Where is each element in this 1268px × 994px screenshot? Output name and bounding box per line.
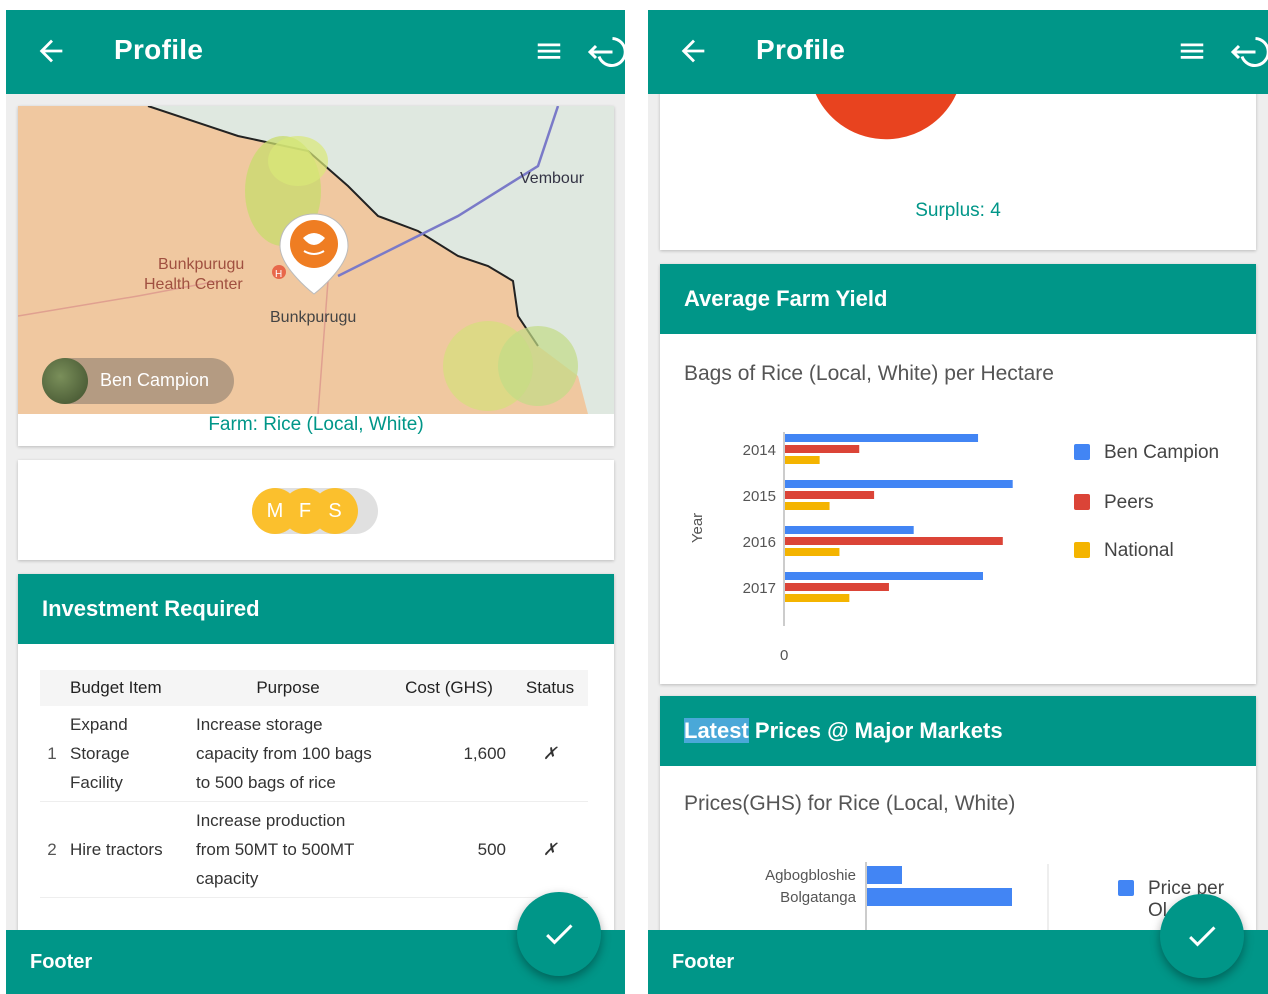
user-chip[interactable]: Ben Campion (42, 358, 234, 404)
yield-bar[interactable] (785, 502, 830, 510)
row-status: ✗ (512, 801, 588, 898)
yield-x-tick: 0 (780, 647, 788, 664)
yield-axis-label: Year (689, 513, 706, 543)
col-status[interactable]: Status (512, 670, 588, 706)
farm-caption: Farm: Rice (Local, White) (208, 414, 424, 435)
pie-card: Surplus: 4 (660, 94, 1256, 250)
map-label-health-center-line1: Bunkpurugu (158, 256, 244, 273)
prices-bar[interactable] (867, 888, 1012, 906)
prices-title-rest: Prices @ Major Markets (748, 718, 1003, 743)
legend-swatch (1074, 444, 1090, 460)
investment-table: Budget Item Purpose Cost (GHS) Status 1 … (40, 670, 588, 898)
right-content: Surplus: 4 Average Farm Yield Bags of Ri… (648, 94, 1268, 930)
legend-swatch (1074, 494, 1090, 510)
prices-subtitle: Prices(GHS) for Rice (Local, White) (684, 792, 1016, 815)
legend-label: National (1104, 540, 1174, 561)
page-title: Profile (756, 34, 846, 65)
mfs-toggle-group: M F S (252, 488, 378, 534)
confirm-fab[interactable] (517, 892, 601, 976)
prices-bar[interactable] (867, 866, 902, 884)
yield-bar[interactable] (785, 456, 820, 464)
row-item: Expand Storage Facility (64, 706, 190, 802)
yield-bar[interactable] (785, 548, 840, 556)
toggle-s[interactable]: S (312, 488, 358, 534)
map-label-health-center-line2: Health Center (144, 276, 243, 293)
map-label-vembour: Vembour (520, 170, 585, 187)
map-label-bunkpurugu: Bunkpurugu (270, 309, 356, 326)
check-icon (1189, 926, 1216, 947)
legend-peers: Peers (1074, 492, 1154, 514)
avatar (42, 358, 88, 404)
farm-map-card: H Vembour Bunkpurugu Health Center Bunkp… (18, 106, 614, 446)
yield-bar[interactable] (785, 491, 875, 499)
yield-category-label: 2017 (743, 580, 776, 597)
prices-category-label: Agbogbloshie (765, 867, 856, 884)
table-row[interactable]: 1 Expand Storage Facility Increase stora… (40, 706, 588, 802)
yield-bar[interactable] (785, 537, 1003, 545)
row-purpose: Increase storage capacity from 100 bags … (190, 706, 386, 802)
pie-chart (808, 94, 964, 141)
yield-bar[interactable] (785, 526, 914, 534)
right-screen: Profile Surplus: 4 Average Farm Yield Ba… (648, 10, 1268, 994)
legend-swatch (1074, 542, 1090, 558)
col-cost[interactable]: Cost (GHS) (386, 670, 513, 706)
legend-ben-campion: Ben Campion (1074, 442, 1220, 464)
surplus-label: Surplus: 4 (915, 200, 1001, 221)
yield-category-label: 2014 (743, 442, 776, 459)
pie-slice[interactable] (808, 94, 964, 141)
left-content: H Vembour Bunkpurugu Health Center Bunkp… (6, 94, 625, 930)
yield-bar[interactable] (785, 434, 979, 442)
col-budget-item[interactable]: Budget Item (64, 670, 190, 706)
menu-icon[interactable] (1176, 36, 1208, 66)
logout-icon[interactable] (1230, 34, 1268, 70)
menu-icon[interactable] (533, 36, 565, 66)
row-cost: 1,600 (386, 706, 513, 802)
page-title: Profile (114, 34, 204, 65)
left-screen: Profile H Vembour Bunkpurugu Health Cent… (6, 10, 625, 994)
row-cost: 500 (386, 801, 513, 898)
yield-bar[interactable] (785, 480, 1013, 488)
investment-title: Investment Required (18, 574, 614, 644)
logout-icon[interactable] (587, 34, 625, 70)
top-app-bar: Profile (648, 10, 1268, 94)
row-purpose: Increase production from 50MT to 500MT c… (190, 801, 386, 898)
row-item: Hire tractors (64, 801, 190, 898)
prices-category-label: Bolgatanga (780, 889, 857, 906)
table-header-row: Budget Item Purpose Cost (GHS) Status (40, 670, 588, 706)
investment-card: Investment Required Budget Item Purpose … (18, 574, 614, 930)
prices-title: Latest Prices @ Major Markets (660, 696, 1256, 766)
prices-card: Latest Prices @ Major Markets Prices(GHS… (660, 696, 1256, 930)
prices-title-highlight: Latest (684, 718, 749, 743)
row-status: ✗ (512, 706, 588, 802)
col-index (40, 670, 64, 706)
confirm-fab[interactable] (1160, 894, 1244, 978)
yield-category-label: 2016 (743, 534, 776, 551)
back-arrow-icon[interactable] (34, 34, 68, 68)
farm-map[interactable]: H Vembour Bunkpurugu Health Center Bunkp… (18, 106, 614, 414)
yield-bar[interactable] (785, 572, 983, 580)
col-purpose[interactable]: Purpose (190, 670, 386, 706)
row-index: 2 (40, 801, 64, 898)
legend-label: Ben Campion (1104, 442, 1220, 463)
yield-subtitle: Bags of Rice (Local, White) per Hectare (684, 362, 1054, 385)
row-index: 1 (40, 706, 64, 802)
yield-title: Average Farm Yield (660, 264, 1256, 334)
yield-bar[interactable] (785, 445, 860, 453)
legend-swatch (1118, 880, 1134, 896)
yield-category-label: 2015 (743, 488, 776, 505)
back-arrow-icon[interactable] (676, 34, 710, 68)
yield-bar[interactable] (785, 594, 850, 602)
user-name: Ben Campion (100, 370, 210, 390)
legend-national: National (1074, 540, 1174, 562)
yield-card: Average Farm Yield Bags of Rice (Local, … (660, 264, 1256, 684)
top-app-bar: Profile (6, 10, 625, 94)
check-icon (546, 924, 573, 945)
legend-label: Peers (1104, 492, 1154, 513)
table-row[interactable]: 2 Hire tractors Increase production from… (40, 801, 588, 898)
svg-text:H: H (275, 269, 282, 280)
yield-bar[interactable] (785, 583, 889, 591)
gender-toggle-card: M F S (18, 460, 614, 560)
